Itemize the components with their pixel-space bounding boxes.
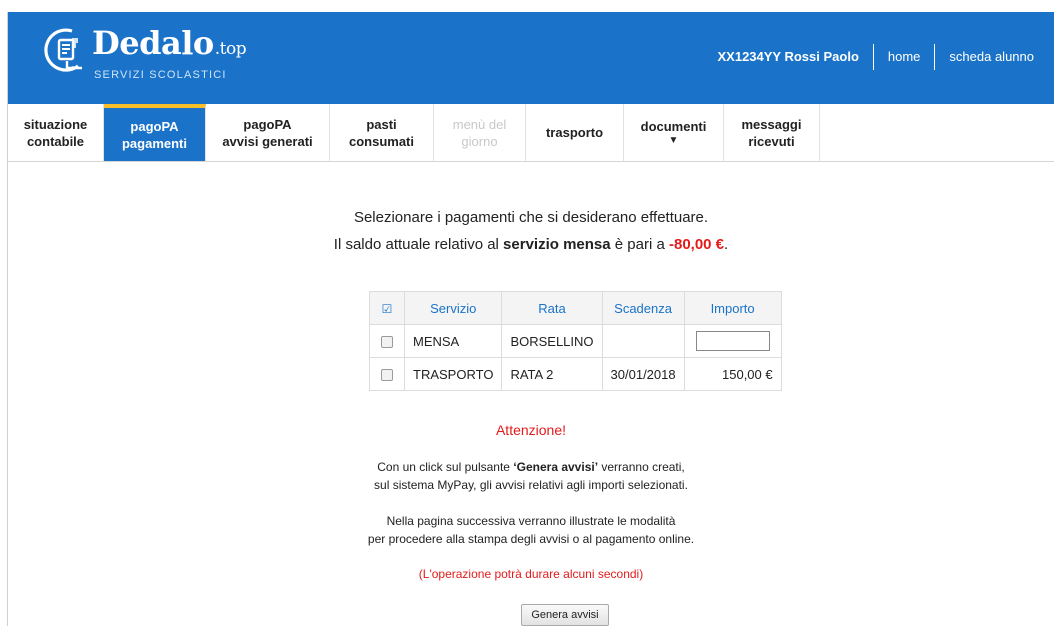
tab-label-line1: situazione	[23, 116, 88, 132]
logo-mark-icon	[44, 28, 82, 72]
dedalo-logo[interactable]: Dedalo.top SERVIZI SCOLASTICI	[42, 22, 247, 94]
intro-suffix: .	[724, 236, 729, 253]
attention-heading: Attenzione!	[495, 422, 567, 438]
tab-label-line1: pagoPA	[243, 116, 292, 132]
row-checkbox-cell	[369, 357, 405, 391]
payments-table: ☑ Servizio Rata Scadenza Importo MENSA B…	[369, 291, 782, 391]
row-checkbox-mensa[interactable]	[381, 336, 393, 349]
tab-pagopa-avvisi-generati[interactable]: pagoPA avvisi generati	[206, 104, 330, 161]
tab-label-line1: trasporto	[545, 125, 604, 140]
table-row: MENSA BORSELLINO	[369, 324, 782, 358]
tab-label-line1: messaggi	[741, 116, 802, 132]
duration-note: (L'operazione potrà durare alcuni second…	[418, 567, 644, 581]
row-checkbox-cell	[369, 324, 405, 358]
info-paragraph-1: Con un click sul pulsante ‘Genera avvisi…	[8, 458, 1054, 494]
tab-label-line1: pasti	[366, 116, 397, 132]
tab-label-line1: documenti	[640, 119, 707, 134]
cell-servizio: MENSA	[403, 324, 503, 358]
tab-label-line2: avvisi generati	[222, 133, 313, 149]
col-header-rata: Rata	[501, 291, 603, 325]
info-text: Con un click sul pulsante ‘Genera avvisi…	[8, 458, 1054, 566]
cell-scadenza	[601, 324, 685, 358]
table-header-row: ☑ Servizio Rata Scadenza Importo	[369, 291, 782, 325]
main-tabs: situazione contabile pagoPA pagamenti pa…	[8, 104, 1054, 162]
check-square-icon: ☑	[381, 301, 393, 316]
scheda-alunno-link[interactable]: scheda alunno	[935, 40, 1048, 74]
row-checkbox-trasporto[interactable]	[381, 369, 393, 382]
home-link[interactable]: home	[874, 40, 935, 74]
tab-menu-del-giorno: menù del giorno	[434, 104, 526, 161]
importo-input-mensa[interactable]	[695, 331, 770, 351]
tab-label-line2: giorno	[461, 133, 498, 149]
tab-pasti-consumati[interactable]: pasti consumati	[330, 104, 434, 161]
tab-label-line1: pagoPA	[130, 118, 179, 134]
intro-text: Selezionare i pagamenti che si desideran…	[8, 204, 1054, 258]
intro-line1: Selezionare i pagamenti che si desideran…	[353, 209, 709, 226]
logo-text: Dedalo.top	[92, 24, 247, 62]
cell-servizio: TRASPORTO	[403, 357, 503, 391]
intro-service: servizio mensa	[503, 236, 611, 253]
info-p1-line2: sul sistema MyPay, gli avvisi relativi a…	[374, 478, 688, 492]
info-p1-prefix: Con un click sul pulsante	[377, 460, 514, 474]
genera-avvisi-button[interactable]: Genera avvisi	[521, 604, 609, 626]
tab-messaggi-ricevuti[interactable]: messaggi ricevuti	[724, 104, 820, 161]
info-p1-suffix: verranno creati,	[598, 460, 685, 474]
user-name[interactable]: XX1234YY Rossi Paolo	[704, 40, 873, 74]
user-nav: XX1234YY Rossi Paolo home scheda alunno	[704, 40, 1049, 74]
tab-label-line2: consumati	[348, 133, 414, 149]
chevron-down-icon: ▼	[668, 135, 679, 146]
info-paragraph-2: Nella pagina successiva verranno illustr…	[8, 512, 1054, 548]
cell-scadenza: 30/01/2018	[601, 357, 685, 391]
tab-label-line2: contabile	[26, 133, 85, 149]
cell-rata: BORSELLINO	[501, 324, 603, 358]
cell-importo	[683, 324, 782, 358]
tab-label-line2: pagamenti	[121, 135, 187, 151]
intro-prefix: Il saldo attuale relativo al	[333, 236, 504, 253]
tab-pagopa-pagamenti[interactable]: pagoPA pagamenti	[104, 104, 206, 161]
select-all-checkbox[interactable]: ☑	[369, 291, 405, 325]
col-header-scadenza: Scadenza	[601, 291, 685, 325]
table-row: TRASPORTO RATA 2 30/01/2018 150,00 €	[369, 357, 782, 391]
tab-documenti[interactable]: documenti ▼	[624, 104, 724, 161]
tab-label-line1: menù del	[452, 116, 507, 132]
tab-situazione-contabile[interactable]: situazione contabile	[8, 104, 104, 161]
logo-name: Dedalo	[92, 24, 214, 62]
cell-rata: RATA 2	[501, 357, 603, 391]
left-rule	[0, 12, 8, 626]
info-p2-line1: Nella pagina successiva verranno illustr…	[386, 514, 676, 528]
logo-subtitle: SERVIZI SCOLASTICI	[94, 69, 227, 81]
info-p1-button-ref: ‘Genera avvisi’	[513, 460, 599, 474]
cell-importo: 150,00 €	[683, 357, 782, 391]
col-header-servizio: Servizio	[403, 291, 503, 325]
info-p2-line2: per procedere alla stampa degli avvisi o…	[367, 532, 695, 546]
top-rule	[0, 0, 1054, 12]
intro-middle: è pari a	[610, 236, 669, 253]
intro-line2: Il saldo attuale relativo al servizio me…	[8, 231, 1054, 258]
app-header: Dedalo.top SERVIZI SCOLASTICI XX1234YY R…	[8, 12, 1054, 104]
tab-trasporto[interactable]: trasporto	[526, 104, 624, 161]
col-header-importo: Importo	[683, 291, 782, 325]
tab-label-line2: ricevuti	[748, 133, 795, 149]
logo-tld: .top	[214, 39, 247, 59]
balance-amount: -80,00 €	[668, 236, 725, 253]
